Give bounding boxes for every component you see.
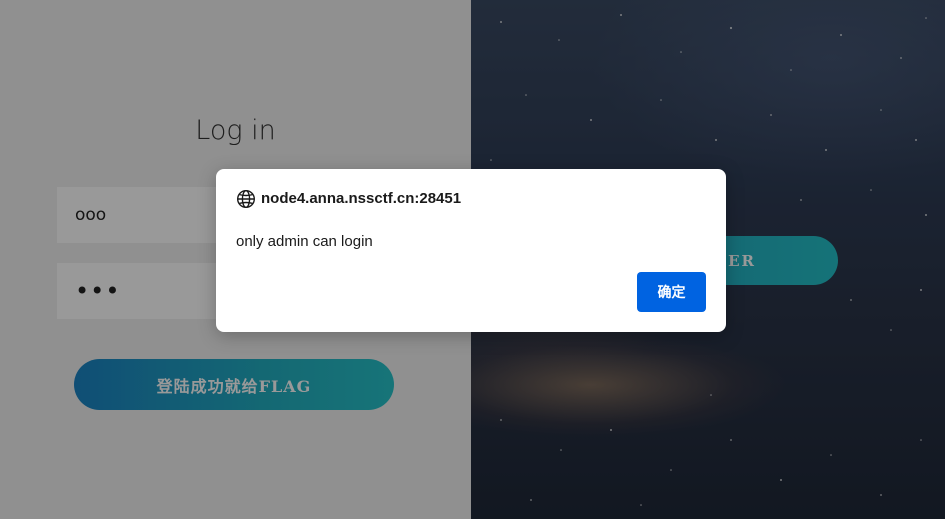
- ok-button[interactable]: 确定: [637, 272, 706, 312]
- page: Log in 登陆成功就给FLAG TER: [0, 0, 945, 519]
- dialog-origin: node4.anna.nssctf.cn:28451: [261, 190, 462, 207]
- dialog-message: only admin can login: [236, 233, 373, 250]
- globe-icon: [236, 189, 256, 209]
- alert-dialog: node4.anna.nssctf.cn:28451 only admin ca…: [216, 169, 726, 332]
